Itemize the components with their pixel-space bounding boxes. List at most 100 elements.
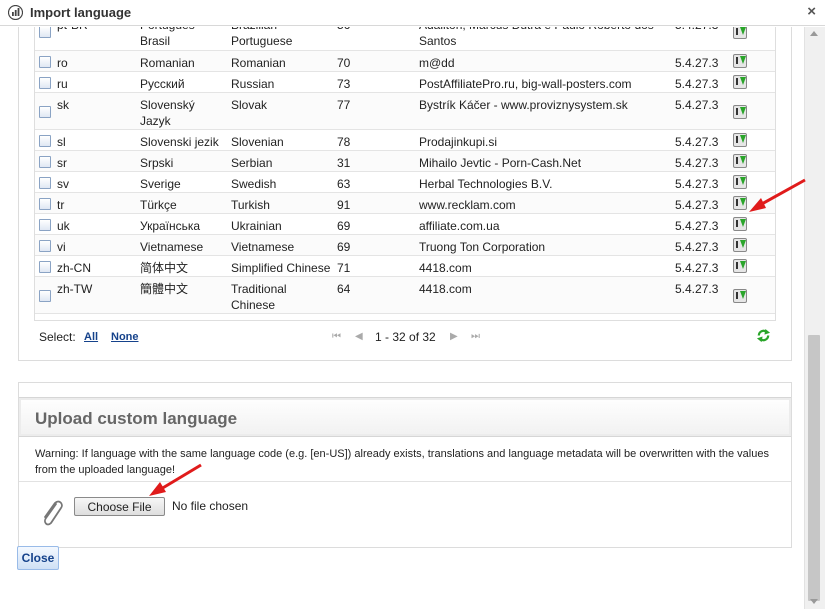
row-checkbox[interactable] xyxy=(39,56,51,68)
translation-count-cell: 69 xyxy=(337,219,351,233)
upload-header: Upload custom language xyxy=(19,397,791,437)
select-label: Select: xyxy=(39,330,76,344)
language-name-cell: Slovenský xyxy=(140,98,195,112)
select-all-link[interactable]: All xyxy=(84,331,98,343)
author-cell: Prodajinkupi.si xyxy=(419,135,498,149)
row-checkbox[interactable] xyxy=(39,156,51,168)
translation-count-cell: 70 xyxy=(337,56,351,70)
import-language-icon[interactable] xyxy=(733,175,747,189)
english-name-cell: Chinese xyxy=(231,298,276,312)
import-language-icon[interactable] xyxy=(733,133,747,147)
scrollbar-thumb[interactable] xyxy=(808,335,820,601)
window-title: Import language xyxy=(30,5,132,20)
language-grid: pt-BRPortugues -BrasilBrazilianPortugues… xyxy=(34,27,776,321)
grid-pager: Select: All None ⏮ ◀ 1 - 32 of 32 ▶ ⏭ xyxy=(34,321,776,353)
select-none-link[interactable]: None xyxy=(111,331,139,343)
close-window-icon[interactable]: × xyxy=(807,3,816,20)
author-cell: Truong Ton Corporation xyxy=(419,240,546,254)
page-info: 1 - 32 of 32 xyxy=(375,330,436,344)
table-row: sr Srpski Serbian 31 Mihailo Jevtic - Porn-C… xyxy=(35,151,775,172)
import-language-icon[interactable] xyxy=(733,104,747,119)
english-name-cell: Turkish xyxy=(231,198,270,212)
language-name-cell: Українська xyxy=(140,219,201,233)
author-cell: affiliate.com.ua xyxy=(419,219,500,233)
paperclip-icon xyxy=(44,500,63,526)
import-language-icon[interactable] xyxy=(733,196,747,210)
translation-count-cell: 69 xyxy=(337,240,351,254)
close-button[interactable]: Close xyxy=(17,546,59,570)
author-cell: www.recklam.com xyxy=(419,198,516,212)
import-language-icon[interactable] xyxy=(733,259,747,273)
version-cell: 5.4.27.3 xyxy=(675,156,719,170)
scroll-down-icon[interactable] xyxy=(810,599,818,604)
english-name-cell: Slovak xyxy=(231,98,268,112)
author-cell: Bystrík Káčer - www.proviznysystem.sk xyxy=(419,98,628,112)
language-code-cell: uk xyxy=(57,219,70,233)
language-code-cell: vi xyxy=(57,240,66,254)
row-checkbox[interactable] xyxy=(39,289,51,302)
import-language-icon[interactable] xyxy=(733,154,747,168)
translation-count-cell: 31 xyxy=(337,156,351,170)
english-name-cell: Slovenian xyxy=(231,135,284,149)
row-checkbox[interactable] xyxy=(39,261,51,273)
version-cell: 5.4.27.3 xyxy=(675,135,719,149)
author-cell: Herbal Technologies B.V. xyxy=(419,177,553,191)
window-titlebar: Import language × xyxy=(0,0,825,26)
version-cell: 5.4.27.3 xyxy=(675,77,719,91)
table-row: ro Romanian Romanian 70 m@dd 5.4.27.3 xyxy=(35,51,775,72)
refresh-icon[interactable] xyxy=(756,328,771,343)
table-row: pt-BRPortugues -BrasilBrazilianPortugues… xyxy=(35,27,775,51)
translation-count-cell: 71 xyxy=(337,261,351,275)
import-language-icon[interactable] xyxy=(733,75,747,89)
row-checkbox[interactable] xyxy=(39,177,51,189)
table-row: uk Українська Ukrainian 69 affiliate.com.ua 5… xyxy=(35,214,775,235)
author-cell: PostAffiliatePro.ru, big-wall-posters.co… xyxy=(419,77,632,91)
version-cell: 5.4.27.3 xyxy=(675,282,719,296)
row-checkbox[interactable] xyxy=(39,240,51,252)
language-name-cell: 簡體中文 xyxy=(140,282,189,296)
no-file-text: No file chosen xyxy=(172,499,249,513)
version-cell: 5.4.27.3 xyxy=(675,240,719,254)
vertical-scrollbar[interactable] xyxy=(804,27,825,609)
language-code-cell: zh-TW xyxy=(57,282,93,296)
next-page-icon[interactable]: ▶ xyxy=(450,331,458,342)
english-name-cell: Traditional xyxy=(231,282,287,296)
version-cell: 5.4.27.3 xyxy=(675,198,719,212)
english-name-cell: Vietnamese xyxy=(231,240,295,254)
version-cell: 5.4.27.3 xyxy=(675,98,719,112)
scroll-up-icon[interactable] xyxy=(810,31,818,36)
language-code-cell: tr xyxy=(57,198,65,212)
author-cell: 4418.com xyxy=(419,261,472,275)
translation-count-cell: 78 xyxy=(337,135,351,149)
table-row: zh-TW 簡體中文 Traditional Chinese 64 4418.com 5.4… xyxy=(35,277,775,314)
translation-count-cell: 91 xyxy=(337,198,351,212)
row-checkbox[interactable] xyxy=(39,135,51,147)
table-row: vi Vietnamese Vietnamese 69 Truong Ton Corpo… xyxy=(35,235,775,256)
row-checkbox[interactable] xyxy=(39,219,51,231)
language-code-cell: pt-BR xyxy=(57,27,88,33)
language-code-cell: sv xyxy=(57,177,69,191)
row-checkbox[interactable] xyxy=(39,198,51,210)
first-page-icon[interactable]: ⏮ xyxy=(332,331,341,342)
import-language-icon[interactable] xyxy=(733,27,747,39)
import-language-icon[interactable] xyxy=(733,288,747,303)
version-cell: 5.4.27.3 xyxy=(675,177,719,191)
choose-file-button[interactable]: Choose File xyxy=(74,497,165,516)
version-cell: 5.4.27.3 xyxy=(675,261,719,275)
row-checkbox[interactable] xyxy=(39,77,51,89)
language-code-cell: zh-CN xyxy=(57,261,92,275)
language-name-cell: Русский xyxy=(140,77,185,91)
author-cell: Mihailo Jevtic - Porn-Cash.Net xyxy=(419,156,582,170)
import-language-icon[interactable] xyxy=(733,217,747,231)
language-code-cell: sl xyxy=(57,135,66,149)
row-checkbox[interactable] xyxy=(39,27,51,38)
prev-page-icon[interactable]: ◀ xyxy=(355,331,363,342)
import-language-icon[interactable] xyxy=(733,238,747,252)
english-name-cell: Romanian xyxy=(231,56,286,70)
version-cell: 5.4.27.3 xyxy=(675,27,718,33)
row-checkbox[interactable] xyxy=(39,105,51,118)
import-language-icon[interactable] xyxy=(733,54,747,68)
last-page-icon[interactable]: ⏭ xyxy=(471,331,480,342)
english-name-cell: Ukrainian xyxy=(231,219,282,233)
upload-panel: Upload custom language Warning: If langu… xyxy=(18,382,792,548)
